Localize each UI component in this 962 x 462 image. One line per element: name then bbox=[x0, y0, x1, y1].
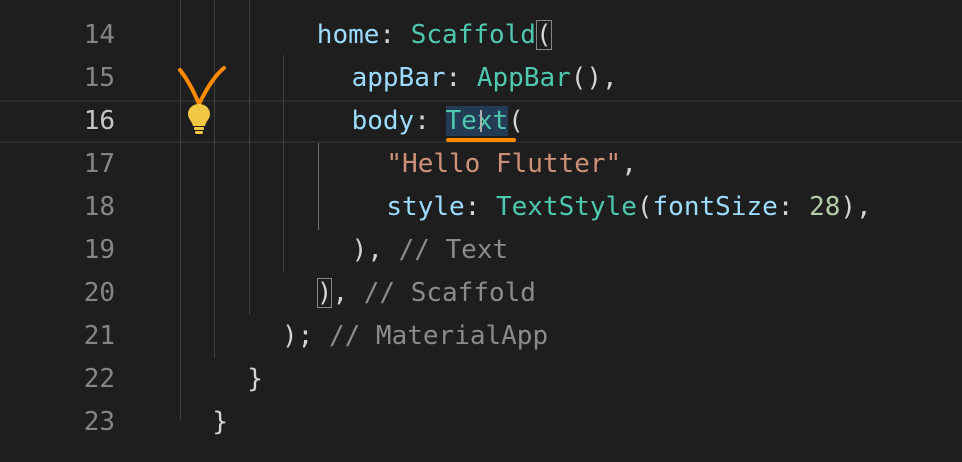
code-line[interactable]: 23} bbox=[0, 401, 962, 444]
code-text[interactable]: } bbox=[212, 401, 228, 444]
code-token-cls: Scaffold bbox=[410, 20, 536, 50]
code-text[interactable]: ); // MaterialApp bbox=[282, 315, 548, 358]
code-token-punc: ( bbox=[636, 192, 653, 222]
code-token-cls: Text bbox=[445, 106, 509, 136]
code-line[interactable]: 19), // Text bbox=[0, 229, 962, 272]
code-token-punc: , bbox=[621, 149, 637, 179]
code-token-num: 28 bbox=[809, 192, 841, 222]
code-token-punc: ), bbox=[840, 192, 872, 222]
line-number: 18 bbox=[83, 192, 115, 222]
line-number: 20 bbox=[83, 278, 115, 308]
code-token-cls: AppBar bbox=[476, 63, 571, 93]
code-token-punc: : bbox=[445, 63, 477, 93]
code-token-punc: ( bbox=[508, 106, 524, 136]
code-token-prop: appBar bbox=[351, 63, 446, 93]
code-line[interactable]: 22} bbox=[0, 358, 962, 401]
orange-underline-annotation bbox=[445, 138, 517, 142]
line-number: 16 bbox=[83, 106, 115, 136]
code-token-cls: TextStyle bbox=[495, 192, 637, 222]
code-line[interactable]: 18 style: TextStyle(fontSize: 28), bbox=[0, 186, 962, 229]
line-number: 21 bbox=[83, 321, 115, 351]
code-token-prop: home bbox=[316, 20, 380, 50]
code-token-prop: style bbox=[386, 192, 465, 222]
code-editor[interactable]: 14 home: Scaffold(15 appBar: AppBar(), 16 bo… bbox=[0, 0, 962, 462]
code-token-punc: ), bbox=[351, 235, 399, 265]
line-number: 19 bbox=[83, 235, 115, 265]
code-token-punc: ) bbox=[316, 278, 333, 308]
code-token-cmt: // Scaffold bbox=[363, 278, 536, 308]
line-number: 17 bbox=[83, 149, 115, 179]
code-line[interactable]: 14 home: Scaffold( bbox=[0, 14, 962, 57]
code-token-prop: body bbox=[351, 106, 415, 136]
code-text[interactable]: "Hello Flutter", bbox=[386, 143, 636, 186]
code-token-punc: } bbox=[212, 407, 229, 437]
code-token-punc: : bbox=[777, 192, 810, 222]
code-token-punc: ); bbox=[282, 321, 329, 351]
code-token-punc: : bbox=[464, 192, 496, 222]
indent-guide bbox=[249, 0, 250, 315]
code-text[interactable]: ), // Scaffold bbox=[316, 272, 536, 315]
code-text[interactable]: style: TextStyle(fontSize: 28), bbox=[386, 186, 871, 229]
code-text[interactable]: body: Text( bbox=[352, 102, 524, 141]
indent-guide bbox=[283, 55, 284, 272]
code-line[interactable]: 20), // Scaffold bbox=[0, 272, 962, 315]
indent-guide bbox=[214, 0, 215, 358]
indent-guide bbox=[318, 143, 319, 230]
code-text[interactable]: } bbox=[247, 358, 263, 401]
code-token-str: "Hello Flutter" bbox=[386, 149, 622, 179]
line-number: 15 bbox=[83, 63, 115, 93]
lightbulb-icon[interactable] bbox=[185, 102, 213, 136]
text-cursor bbox=[479, 110, 482, 132]
line-number: 14 bbox=[83, 20, 115, 50]
code-line[interactable]: 17 "Hello Flutter", bbox=[0, 143, 962, 186]
code-line[interactable]: 15 appBar: AppBar(), bbox=[0, 57, 962, 100]
code-token-cmt: // Text bbox=[398, 235, 509, 265]
code-token-punc: } bbox=[247, 364, 263, 394]
code-token-punc: : bbox=[379, 20, 411, 50]
line-number: 23 bbox=[83, 407, 115, 437]
code-text[interactable]: appBar: AppBar(), bbox=[352, 57, 618, 100]
code-text[interactable]: home: Scaffold( bbox=[317, 14, 552, 57]
code-token-prop: fontSize bbox=[652, 192, 778, 222]
code-token-punc: : bbox=[414, 106, 446, 136]
code-line[interactable]: 21); // MaterialApp bbox=[0, 315, 962, 358]
code-token-punc: ( bbox=[535, 20, 552, 50]
code-text[interactable]: ), // Text bbox=[352, 229, 509, 272]
line-number: 22 bbox=[83, 364, 115, 394]
code-token-cmt: // MaterialApp bbox=[328, 321, 549, 351]
code-token-punc: (), bbox=[570, 63, 618, 93]
code-token-punc: , bbox=[332, 278, 364, 308]
